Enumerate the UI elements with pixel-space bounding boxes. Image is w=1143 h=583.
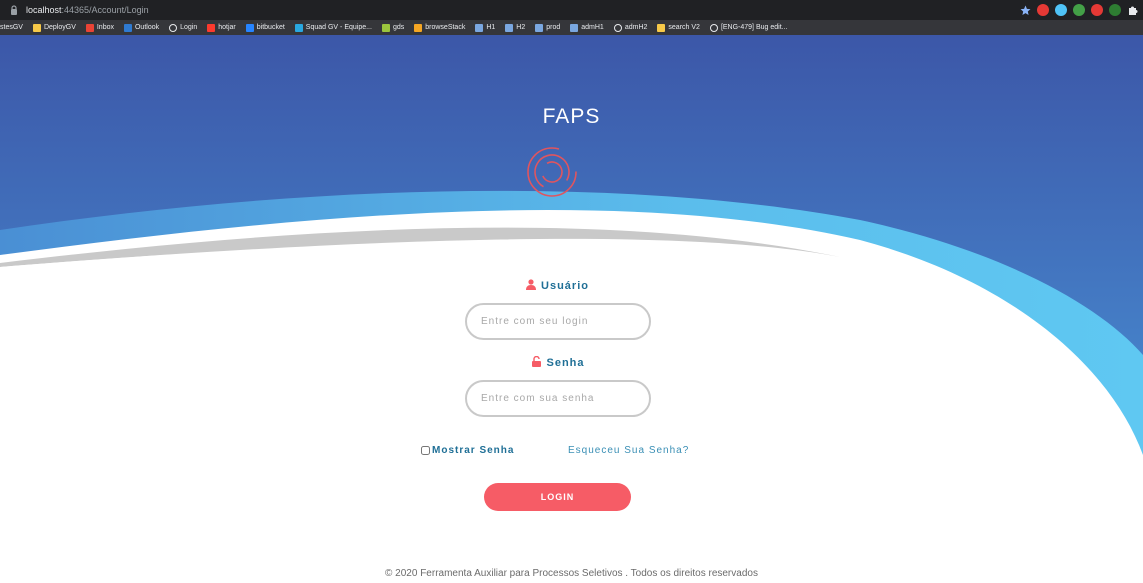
user-icon — [526, 279, 537, 290]
folder-icon — [32, 23, 41, 32]
password-label-row: Senha — [0, 356, 1117, 369]
folder-icon — [657, 23, 666, 32]
password-input[interactable] — [465, 380, 651, 417]
check-extension-icon[interactable] — [1073, 4, 1085, 16]
bookmark-label: DeployGV — [43, 24, 76, 31]
bookmark-label: gds — [392, 24, 405, 31]
extensions-area — [1019, 3, 1139, 17]
bookmark-item[interactable]: Login — [169, 23, 198, 32]
hotjar-icon — [207, 23, 216, 32]
bookmarks-bar: stesGV DeployGV Inbox Outlook Login hotjar bit… — [0, 20, 1143, 35]
bookmark-label: browseStack — [425, 24, 466, 31]
bookmark-item[interactable]: Outlook — [123, 23, 160, 32]
bookmark-item[interactable]: [ENG-479] Bug edit... — [709, 23, 788, 32]
bookmark-label: Squad GV - Equipe... — [305, 24, 372, 31]
forgot-password-link[interactable]: Esqueceu Sua Senha? — [568, 445, 689, 456]
bookmark-label: Inbox — [96, 24, 114, 31]
url-path: :44365/Account/Login — [61, 5, 149, 15]
diamond-icon — [294, 23, 303, 32]
bookmark-label: stesGV — [0, 24, 23, 31]
monitor-icon — [570, 23, 579, 32]
bookmark-item[interactable]: DeployGV — [32, 23, 76, 32]
red-extension-icon[interactable] — [1091, 4, 1103, 16]
lock-icon — [11, 5, 17, 15]
bookmark-item[interactable]: hotjar — [207, 23, 236, 32]
globe-icon — [613, 23, 622, 32]
puzzle-icon[interactable] — [1127, 4, 1139, 16]
globe-icon — [709, 23, 718, 32]
browser-viewport: localhost:44365/Account/Login stesGV Depl… — [0, 0, 1143, 583]
browserstack-icon — [414, 23, 423, 32]
circle-extension-icon[interactable] — [1055, 4, 1067, 16]
bookmark-item[interactable]: H2 — [505, 23, 526, 32]
stop-extension-icon[interactable] — [1037, 4, 1049, 16]
bookmark-label: H1 — [486, 24, 496, 31]
bookmark-item[interactable]: admH1 — [570, 23, 604, 32]
bookmark-label: bitbucket — [256, 24, 285, 31]
user-label-row: Usuário — [0, 279, 1115, 292]
bookmark-label: admH1 — [581, 24, 604, 31]
user-label: Usuário — [541, 280, 589, 292]
login-input[interactable] — [465, 303, 651, 340]
bookmark-label: H2 — [516, 24, 526, 31]
bookmark-item[interactable]: search V2 — [657, 23, 700, 32]
monitor-icon — [475, 23, 484, 32]
bookmark-label: hotjar — [218, 24, 236, 31]
monitor-icon — [505, 23, 514, 32]
footer-text: © 2020 Ferramenta Auxiliar para Processo… — [385, 568, 758, 579]
bookmark-label: prod — [546, 24, 561, 31]
bookmark-label: Outlook — [134, 24, 160, 31]
bitbucket-icon — [245, 23, 254, 32]
address-bar[interactable]: localhost:44365/Account/Login — [10, 2, 988, 18]
login-page: FAPS Usuário Senha Mostrar Senha Esquece… — [0, 35, 1143, 583]
gmail-icon — [85, 23, 94, 32]
bookmark-item[interactable]: prod — [535, 23, 561, 32]
show-password-checkbox[interactable] — [421, 446, 430, 455]
bookmark-item[interactable]: gds — [381, 23, 405, 32]
brand-title: FAPS — [542, 105, 601, 128]
bookmark-item[interactable]: Inbox — [85, 23, 114, 32]
bookmark-item[interactable]: stesGV — [0, 24, 23, 31]
green-extension-icon[interactable] — [1109, 4, 1121, 16]
bookmark-label: Login — [180, 24, 198, 31]
monitor-icon — [535, 23, 544, 32]
outlook-icon — [123, 23, 132, 32]
bookmark-item[interactable]: admH2 — [613, 23, 648, 32]
show-password-toggle[interactable]: Mostrar Senha — [421, 445, 514, 456]
bookmark-label: admH2 — [624, 24, 648, 31]
bookmark-item[interactable]: Squad GV - Equipe... — [294, 23, 372, 32]
show-password-label: Mostrar Senha — [432, 445, 515, 456]
bookmark-label: search V2 — [668, 24, 700, 31]
bookmark-item[interactable]: H1 — [475, 23, 496, 32]
bookmark-item[interactable]: browseStack — [414, 23, 466, 32]
leaf-icon — [381, 23, 390, 32]
globe-icon — [169, 23, 178, 32]
star-icon[interactable] — [1019, 4, 1031, 16]
url-host: localhost — [26, 5, 62, 15]
browser-toolbar: localhost:44365/Account/Login — [0, 0, 1143, 20]
bookmark-item[interactable]: bitbucket — [245, 23, 285, 32]
bookmark-label: [ENG-479] Bug edit... — [720, 24, 788, 31]
login-button[interactable]: LOGIN — [484, 483, 631, 511]
password-label: Senha — [546, 357, 585, 369]
unlock-icon — [532, 356, 542, 367]
